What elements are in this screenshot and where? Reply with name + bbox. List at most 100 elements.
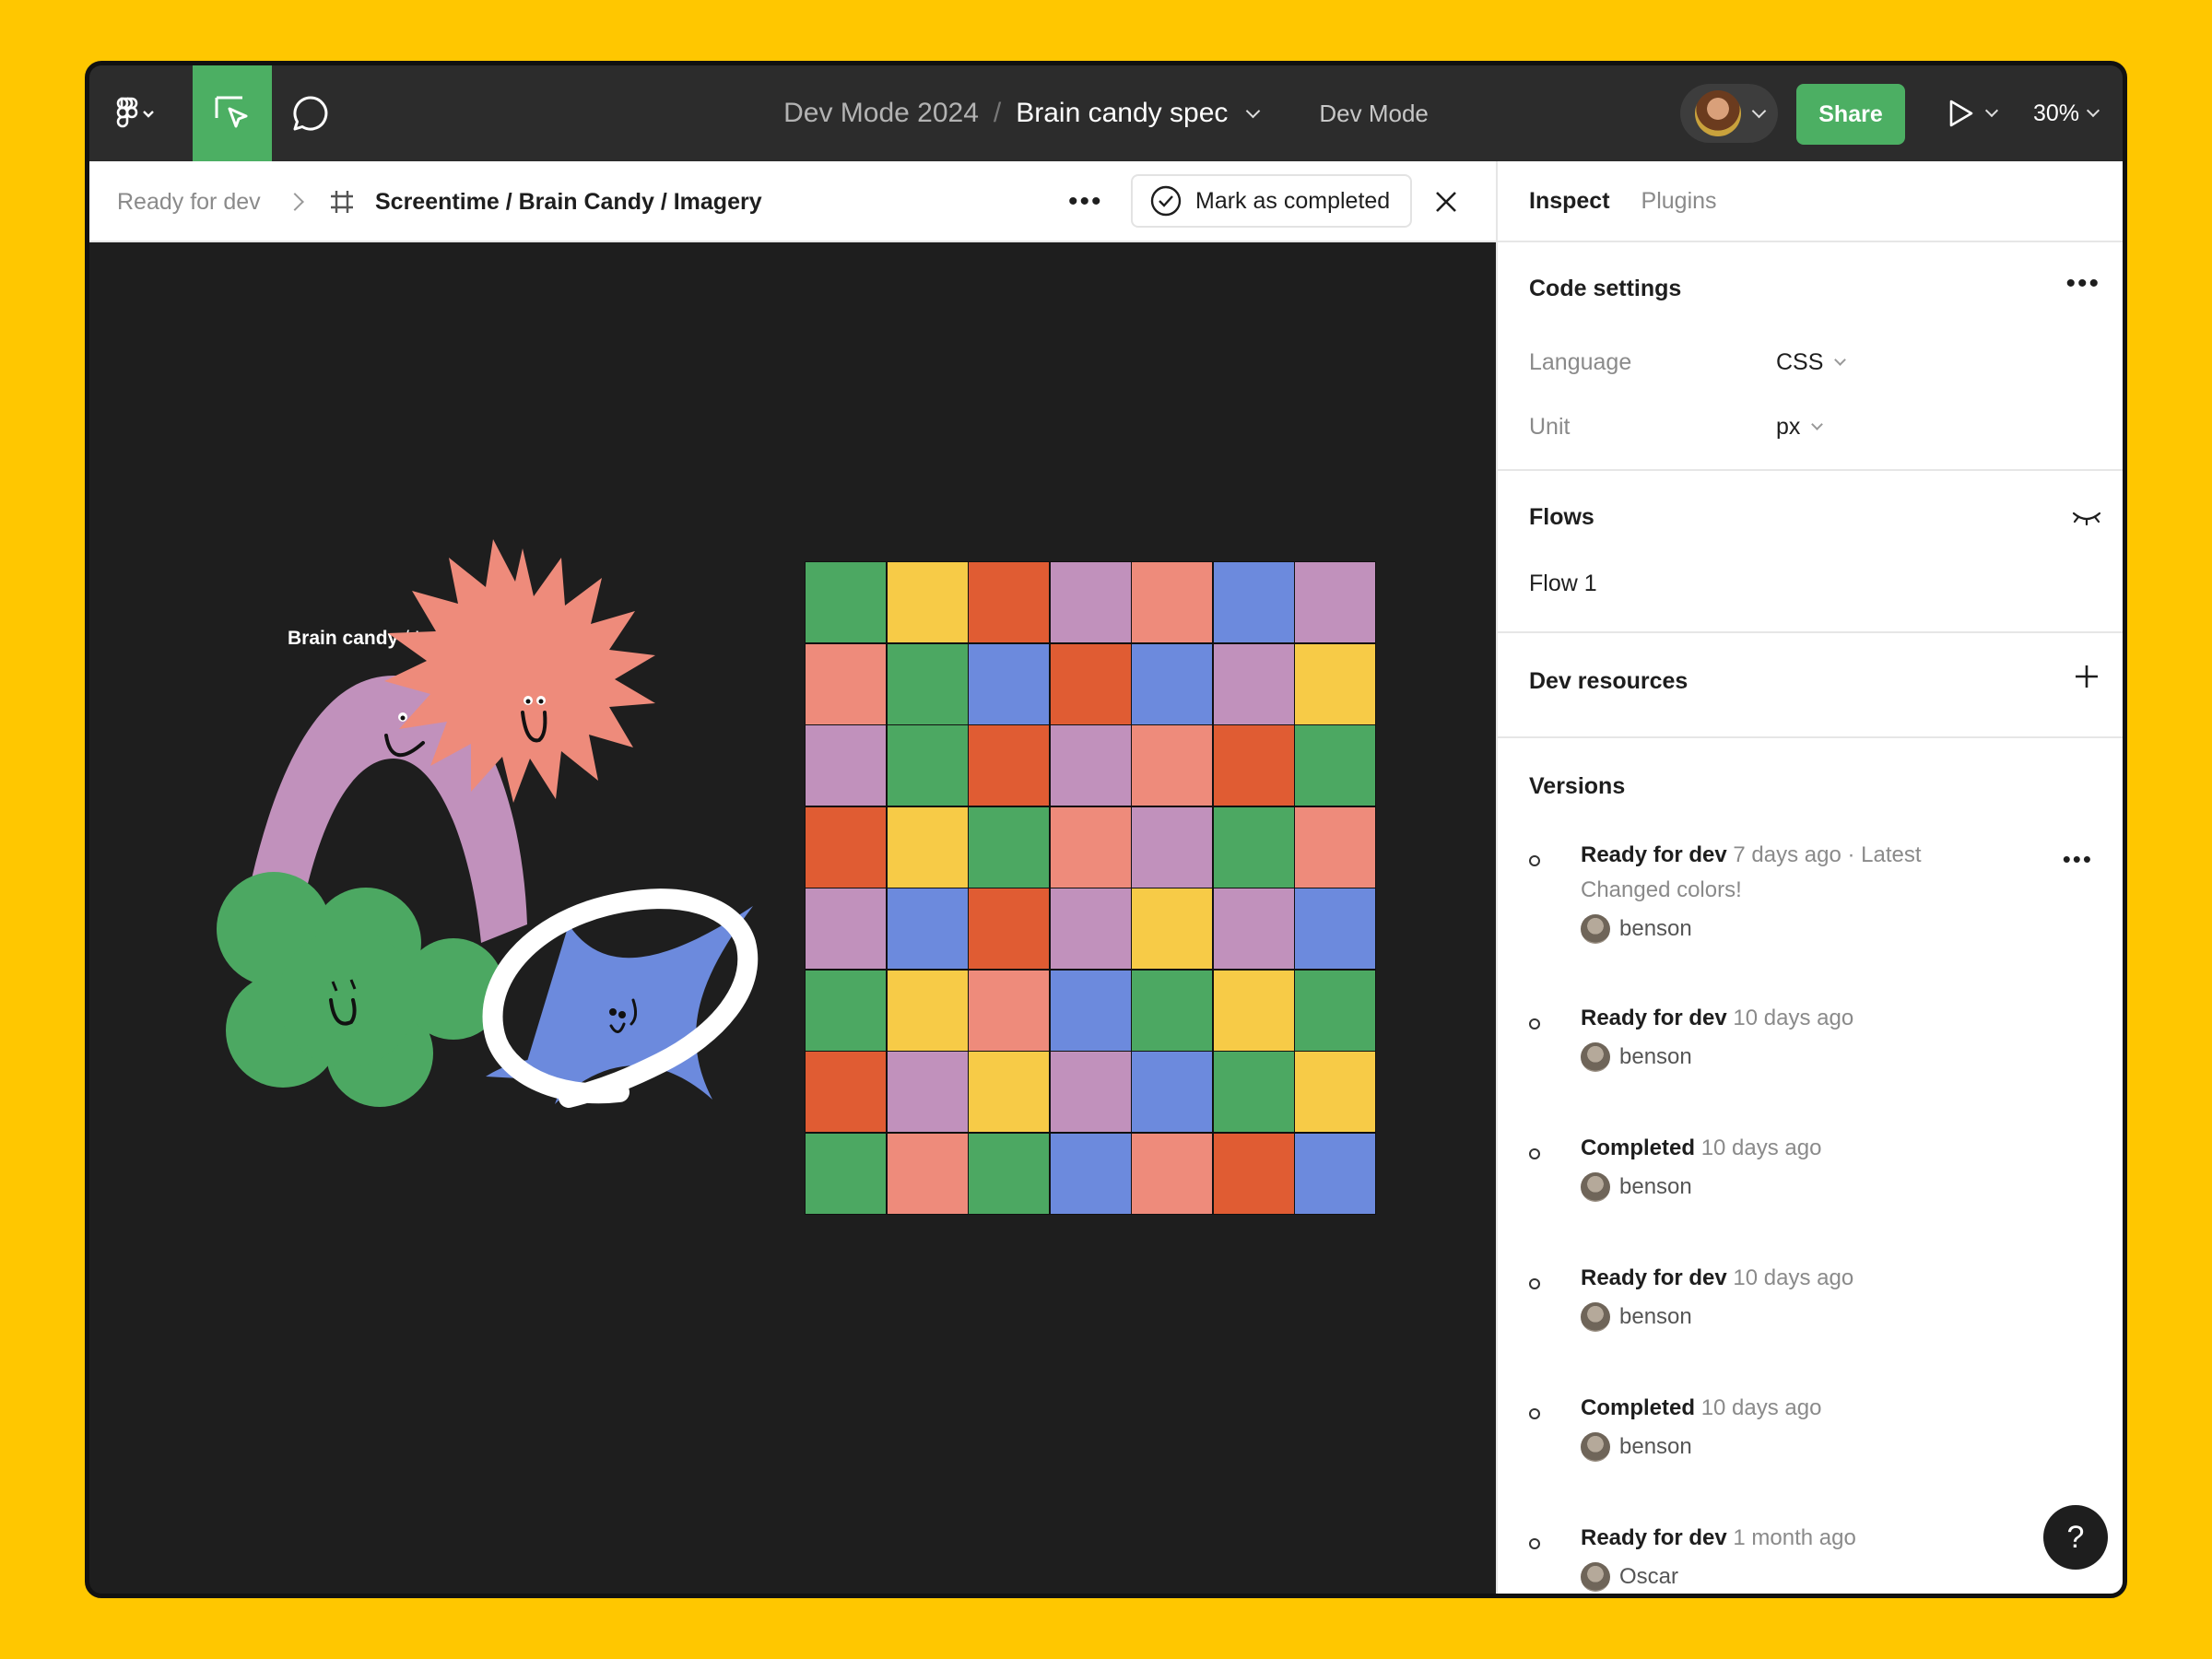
color-swatch[interactable] bbox=[1132, 970, 1212, 1051]
color-swatch[interactable] bbox=[1132, 1133, 1212, 1214]
color-swatch[interactable] bbox=[969, 1133, 1049, 1214]
color-swatch[interactable] bbox=[1050, 725, 1131, 806]
color-swatch[interactable] bbox=[1213, 970, 1294, 1051]
color-swatch[interactable] bbox=[806, 806, 886, 888]
color-swatch[interactable] bbox=[887, 562, 968, 642]
color-swatch[interactable] bbox=[969, 888, 1049, 969]
color-swatch[interactable] bbox=[806, 1133, 886, 1214]
color-swatch[interactable] bbox=[1132, 725, 1212, 806]
green-flower-character[interactable] bbox=[217, 872, 504, 1107]
color-swatch[interactable] bbox=[1050, 1133, 1131, 1214]
color-swatch[interactable] bbox=[887, 725, 968, 806]
color-swatch[interactable] bbox=[806, 1052, 886, 1132]
move-tool-button[interactable] bbox=[193, 65, 272, 161]
timeline-dot bbox=[1529, 1538, 1540, 1549]
eye-closed-icon[interactable] bbox=[2071, 508, 2102, 531]
color-swatch[interactable] bbox=[1213, 643, 1294, 724]
version-item[interactable]: Ready for dev 7 days ago · Latest Change… bbox=[1498, 842, 2123, 1006]
color-swatch[interactable] bbox=[969, 643, 1049, 724]
add-resource-button[interactable] bbox=[2073, 663, 2100, 695]
version-author: benson bbox=[1581, 1432, 2123, 1462]
zoom-menu[interactable]: 30% bbox=[2023, 93, 2108, 134]
file-name[interactable]: Brain candy spec bbox=[1016, 98, 1228, 129]
version-item[interactable]: Ready for dev 10 days ago benson bbox=[1498, 1006, 2123, 1135]
color-swatch[interactable] bbox=[887, 888, 968, 969]
close-button[interactable] bbox=[1433, 161, 1459, 242]
color-swatch[interactable] bbox=[1295, 725, 1375, 806]
app-window: Dev Mode 2024 / Brain candy spec Dev Mod… bbox=[85, 61, 2127, 1598]
version-time: 10 days ago bbox=[1733, 1006, 1854, 1030]
tab-inspect[interactable]: Inspect bbox=[1529, 188, 1610, 215]
color-swatch[interactable] bbox=[887, 1052, 968, 1132]
color-swatch[interactable] bbox=[1132, 806, 1212, 888]
panel-tabs: Inspect Plugins bbox=[1498, 161, 2123, 242]
color-swatch[interactable] bbox=[969, 725, 1049, 806]
version-item[interactable]: Completed 10 days ago benson bbox=[1498, 1395, 2123, 1525]
version-status: Ready for dev bbox=[1581, 1265, 1727, 1290]
character-illustrations[interactable] bbox=[89, 242, 919, 1164]
color-swatch[interactable] bbox=[1050, 562, 1131, 642]
version-item[interactable]: Completed 10 days ago benson bbox=[1498, 1135, 2123, 1265]
color-swatch[interactable] bbox=[1050, 643, 1131, 724]
unit-select[interactable]: px bbox=[1776, 414, 1824, 441]
code-settings-more-button[interactable]: ••• bbox=[2065, 268, 2100, 300]
help-button[interactable]: ? bbox=[2043, 1505, 2108, 1570]
version-item[interactable]: Ready for dev 1 month ago Oscar bbox=[1498, 1525, 2123, 1594]
color-swatch[interactable] bbox=[1295, 1052, 1375, 1132]
color-swatch[interactable] bbox=[1213, 562, 1294, 642]
color-swatch[interactable] bbox=[1050, 970, 1131, 1051]
color-swatch[interactable] bbox=[1213, 1052, 1294, 1132]
chevron-down-icon[interactable] bbox=[1246, 103, 1261, 118]
color-swatch[interactable] bbox=[969, 1052, 1049, 1132]
color-swatch[interactable] bbox=[887, 1133, 968, 1214]
comment-tool-button[interactable] bbox=[285, 89, 336, 137]
color-swatch[interactable] bbox=[806, 970, 886, 1051]
color-swatch[interactable] bbox=[806, 888, 886, 969]
color-swatch[interactable] bbox=[969, 970, 1049, 1051]
color-swatch[interactable] bbox=[806, 643, 886, 724]
color-swatch[interactable] bbox=[887, 970, 968, 1051]
color-swatch[interactable] bbox=[1213, 888, 1294, 969]
color-swatch[interactable] bbox=[1132, 643, 1212, 724]
more-options-button[interactable]: ••• bbox=[1068, 161, 1103, 242]
user-avatar-menu[interactable] bbox=[1680, 84, 1778, 143]
figma-logo-icon bbox=[116, 97, 154, 128]
color-swatch[interactable] bbox=[1213, 1133, 1294, 1214]
design-canvas[interactable]: Brain candy / Images bbox=[89, 242, 1496, 1594]
color-swatch[interactable] bbox=[1295, 806, 1375, 888]
share-button[interactable]: Share bbox=[1796, 84, 1905, 145]
chevron-right-icon bbox=[286, 161, 304, 242]
color-swatch[interactable] bbox=[1050, 806, 1131, 888]
color-swatch[interactable] bbox=[806, 725, 886, 806]
color-swatch[interactable] bbox=[887, 643, 968, 724]
present-button[interactable] bbox=[1938, 93, 2003, 134]
color-swatch[interactable] bbox=[1213, 725, 1294, 806]
flows-title: Flows bbox=[1529, 504, 1594, 530]
main-menu-button[interactable] bbox=[108, 93, 167, 134]
flow-item[interactable]: Flow 1 bbox=[1529, 571, 1597, 597]
mark-as-completed-button[interactable]: Mark as completed bbox=[1131, 174, 1413, 228]
color-swatch[interactable] bbox=[887, 806, 968, 888]
color-swatch[interactable] bbox=[1295, 562, 1375, 642]
timeline-dot bbox=[1529, 1278, 1540, 1289]
language-select[interactable]: CSS bbox=[1776, 349, 1847, 376]
version-item[interactable]: Ready for dev 10 days ago benson bbox=[1498, 1265, 2123, 1395]
color-swatch[interactable] bbox=[1295, 1133, 1375, 1214]
breadcrumb-status-link[interactable]: Ready for dev bbox=[117, 161, 261, 242]
color-swatch[interactable] bbox=[1050, 1052, 1131, 1132]
project-name[interactable]: Dev Mode 2024 bbox=[783, 98, 979, 129]
tab-plugins[interactable]: Plugins bbox=[1641, 188, 1717, 215]
color-swatch[interactable] bbox=[1050, 888, 1131, 969]
color-swatch[interactable] bbox=[969, 806, 1049, 888]
frame-icon bbox=[329, 161, 355, 242]
color-swatch[interactable] bbox=[1213, 806, 1294, 888]
color-swatch[interactable] bbox=[806, 562, 886, 642]
color-swatch[interactable] bbox=[1132, 888, 1212, 969]
color-swatch-grid[interactable] bbox=[805, 561, 1376, 1215]
color-swatch[interactable] bbox=[1132, 562, 1212, 642]
color-swatch[interactable] bbox=[969, 562, 1049, 642]
color-swatch[interactable] bbox=[1295, 888, 1375, 969]
color-swatch[interactable] bbox=[1295, 643, 1375, 724]
color-swatch[interactable] bbox=[1132, 1052, 1212, 1132]
color-swatch[interactable] bbox=[1295, 970, 1375, 1051]
